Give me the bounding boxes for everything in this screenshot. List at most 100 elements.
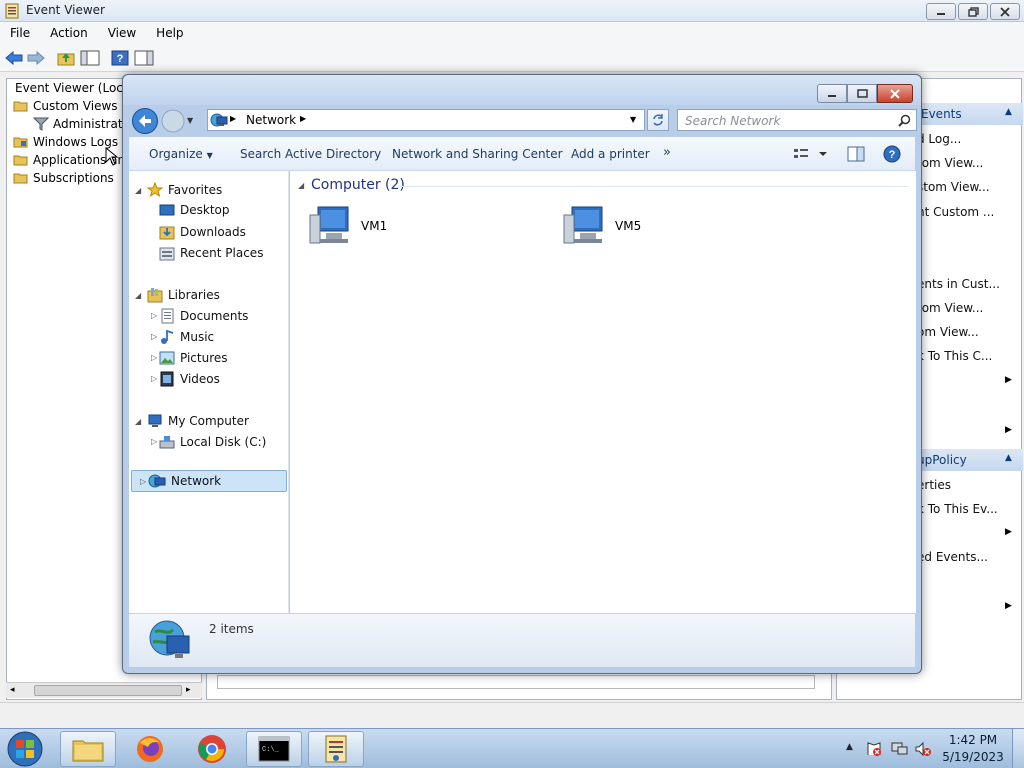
submenu-arrow-icon[interactable]: ▶ [1005, 601, 1012, 611]
refresh-button[interactable] [647, 109, 669, 131]
expand-triangle-icon[interactable]: ▷ [151, 437, 157, 446]
forward-button[interactable] [161, 109, 185, 133]
search-box[interactable]: Search Network [677, 109, 917, 131]
volume-muted-icon[interactable] [914, 741, 932, 757]
content-pane[interactable]: ◢ Computer (2) VM1 VM5 [290, 171, 916, 613]
back-arrow-icon[interactable] [4, 49, 24, 67]
nav-downloads[interactable]: Downloads [159, 224, 246, 240]
action-item[interactable]: tom View... [917, 301, 983, 315]
scroll-right-arrow-icon[interactable]: ▸ [186, 685, 191, 695]
action-center-icon[interactable] [866, 741, 882, 757]
tree-item-custom-views[interactable]: Custom Views [13, 99, 118, 113]
nav-my-computer[interactable]: My Computer [147, 413, 249, 429]
back-button[interactable] [131, 107, 159, 135]
more-commands-button[interactable]: » [663, 145, 671, 160]
show-desktop-button[interactable] [1012, 729, 1024, 768]
breadcrumb-network[interactable]: Network [246, 113, 296, 127]
show-hide-tree-icon[interactable] [80, 49, 100, 67]
ev-minimize-button[interactable] [926, 3, 956, 20]
group-header-computer[interactable]: Computer (2) [311, 177, 405, 193]
event-viewer-titlebar[interactable]: Event Viewer [0, 0, 1024, 22]
taskbar-explorer[interactable] [60, 731, 116, 767]
action-item[interactable]: ed Events... [917, 550, 988, 564]
explorer-close-button[interactable] [877, 84, 913, 103]
show-action-pane-icon[interactable] [134, 49, 154, 67]
action-item[interactable]: tom View... [917, 156, 983, 170]
menu-help[interactable]: Help [146, 26, 193, 40]
tree-item-windows-logs[interactable]: Windows Logs [13, 135, 118, 149]
action-item[interactable]: om View... [917, 325, 979, 339]
nav-favorites[interactable]: Favorites [147, 182, 222, 198]
search-active-directory-button[interactable]: Search Active Directory [240, 147, 381, 161]
expand-triangle-icon[interactable]: ▷ [151, 353, 157, 362]
show-hidden-icons[interactable]: ▲ [846, 742, 853, 752]
taskbar-command-prompt[interactable]: C:\_ [246, 731, 302, 767]
clock[interactable]: 1:42 PM 5/19/2023 [940, 733, 1006, 764]
help-icon[interactable]: ? [110, 49, 130, 67]
nav-network-selected[interactable]: ▷ Network [131, 470, 287, 492]
menu-view[interactable]: View [98, 26, 146, 40]
nav-recent-places[interactable]: Recent Places [159, 245, 263, 261]
recent-pages-dropdown-icon[interactable]: ▼ [187, 116, 193, 125]
change-view-button[interactable] [793, 147, 827, 161]
taskbar-event-viewer[interactable] [308, 731, 364, 767]
submenu-arrow-icon[interactable]: ▶ [1005, 527, 1012, 537]
nav-music[interactable]: Music [159, 329, 214, 345]
taskbar-chrome[interactable] [184, 731, 240, 767]
expand-triangle-icon[interactable]: ▷ [151, 374, 157, 383]
submenu-arrow-icon[interactable]: ▶ [1005, 425, 1012, 435]
breadcrumb-arrow-icon[interactable]: ▶ [300, 114, 306, 123]
up-folder-icon[interactable] [56, 49, 76, 67]
action-item[interactable]: erties [917, 478, 951, 492]
collapse-icon[interactable]: ▲ [1005, 107, 1012, 117]
explorer-maximize-button[interactable] [847, 84, 877, 103]
action-item[interactable]: nt Custom ... [917, 205, 994, 219]
expand-triangle-icon[interactable]: ▷ [140, 477, 146, 486]
tree-item-administrative[interactable]: Administrativ [33, 117, 133, 131]
computer-item-vm1[interactable]: VM1 [308, 205, 508, 251]
collapse-triangle-icon[interactable]: ◢ [135, 186, 141, 195]
expand-triangle-icon[interactable]: ▷ [151, 311, 157, 320]
submenu-arrow-icon[interactable]: ▶ [1005, 375, 1012, 385]
start-button[interactable] [4, 730, 46, 768]
help-button[interactable]: ? [883, 145, 901, 163]
address-bar[interactable]: ▶ Network ▶ ▼ [207, 109, 645, 131]
nav-pictures[interactable]: Pictures [159, 350, 228, 366]
organize-button[interactable]: Organize ▼ [149, 147, 213, 161]
forward-arrow-icon[interactable] [26, 49, 46, 67]
nav-network[interactable]: Network [148, 473, 221, 489]
action-item[interactable]: k To This Ev... [917, 502, 998, 516]
ev-close-button[interactable] [990, 3, 1020, 20]
action-item[interactable]: stom View... [917, 180, 990, 194]
action-item[interactable]: ents in Cust... [917, 277, 1000, 291]
network-sharing-center-button[interactable]: Network and Sharing Center [392, 147, 563, 161]
explorer-minimize-button[interactable] [817, 84, 847, 103]
tree-item-root[interactable]: Event Viewer (Local) [15, 81, 138, 95]
network-tray-icon[interactable] [890, 741, 908, 757]
collapse-icon[interactable]: ▲ [1005, 453, 1012, 463]
nav-libraries[interactable]: Libraries [147, 287, 220, 303]
scroll-left-arrow-icon[interactable]: ◂ [10, 685, 15, 695]
computer-item-vm5[interactable]: VM5 [562, 205, 762, 251]
add-printer-button[interactable]: Add a printer [571, 147, 650, 161]
collapse-triangle-icon[interactable]: ◢ [135, 417, 141, 426]
nav-videos[interactable]: Videos [159, 371, 220, 387]
breadcrumb-arrow-icon[interactable]: ▶ [230, 114, 236, 123]
tree-item-subscriptions[interactable]: Subscriptions [13, 171, 114, 185]
taskbar-firefox[interactable] [122, 731, 178, 767]
scroll-thumb[interactable] [34, 685, 182, 696]
collapse-triangle-icon[interactable]: ◢ [135, 291, 141, 300]
expand-triangle-icon[interactable]: ▷ [151, 332, 157, 341]
ev-restore-button[interactable] [958, 3, 988, 20]
action-item[interactable]: k To This C... [917, 349, 992, 363]
explorer-titlebar[interactable] [123, 75, 921, 105]
menu-file[interactable]: File [0, 26, 40, 40]
preview-pane-button[interactable] [847, 146, 865, 162]
nav-documents[interactable]: Documents [159, 308, 248, 324]
group-collapse-icon[interactable]: ◢ [298, 181, 304, 190]
action-item[interactable]: d Log... [917, 132, 961, 146]
tree-horizontal-scrollbar[interactable]: ◂ ▸ [6, 682, 202, 698]
address-dropdown-icon[interactable]: ▼ [630, 115, 636, 124]
nav-local-disk[interactable]: Local Disk (C:) [159, 434, 266, 450]
menu-action[interactable]: Action [40, 26, 98, 40]
